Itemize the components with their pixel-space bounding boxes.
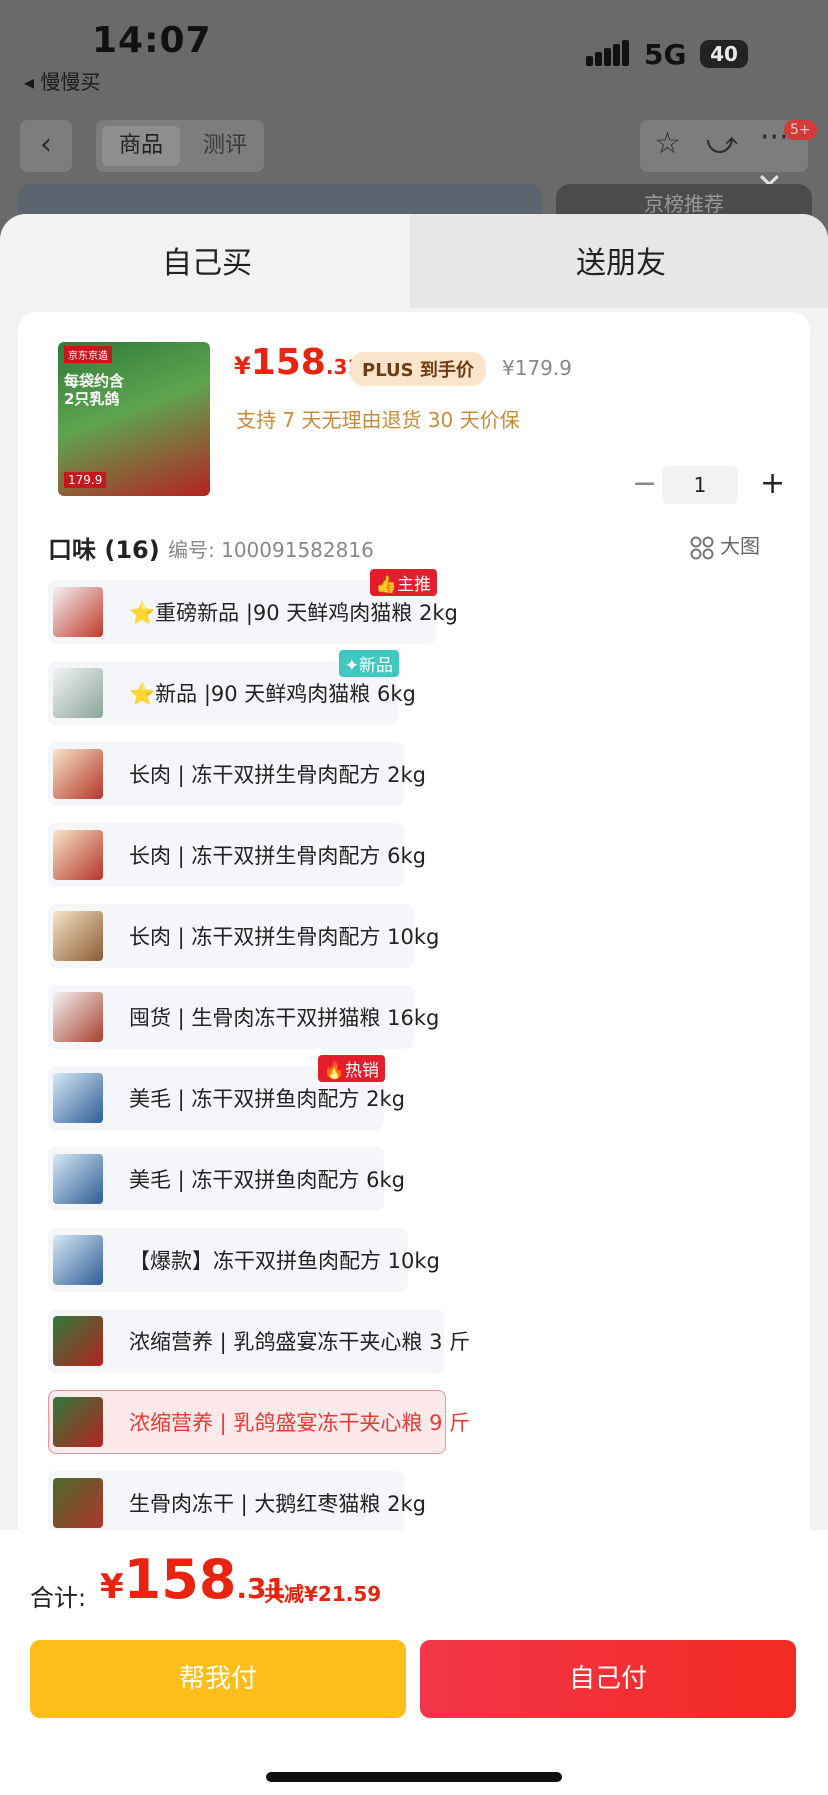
- service-note: 支持 7 天无理由退货 30 天价保: [236, 408, 520, 432]
- back-to-app-link[interactable]: ◂ 慢慢买: [24, 66, 100, 95]
- option-thumbnail: [53, 1316, 103, 1366]
- big-image-toggle[interactable]: 大图: [690, 530, 760, 560]
- option-thumbnail: [53, 1235, 103, 1285]
- total-price: ¥158.31: [100, 1548, 287, 1611]
- sku-number: 编号: 100091582816: [168, 538, 374, 562]
- message-badge: 5+: [784, 120, 817, 140]
- total-label: 合计:: [30, 1584, 87, 1612]
- tab-review[interactable]: 测评: [192, 126, 258, 166]
- option-thumbnail: [53, 668, 103, 718]
- quantity-field[interactable]: 1: [662, 466, 738, 504]
- option-thumbnail: [53, 911, 103, 961]
- battery-icon: 40: [700, 40, 748, 68]
- flavor-option[interactable]: ⭐新品 |90 天鲜鸡肉猫粮 6kg ✦新品: [48, 650, 416, 725]
- tab-send-friend[interactable]: 送朋友: [410, 214, 828, 308]
- back-button[interactable]: ‹: [20, 120, 72, 172]
- page-tabs: 商品 测评: [96, 120, 264, 172]
- flavor-option-selected[interactable]: 浓缩营养 | 乳鸽盛宴冻干夹心粮 9 斤: [48, 1390, 470, 1454]
- option-thumbnail: [53, 1154, 103, 1204]
- flavor-option[interactable]: 【爆款】冻干双拼鱼肉配方 10kg: [48, 1228, 440, 1292]
- option-thumbnail: [53, 1073, 103, 1123]
- big-image-label: 大图: [720, 534, 760, 558]
- increase-button[interactable]: +: [760, 466, 785, 502]
- signal-icon: [586, 40, 630, 66]
- help-pay-button[interactable]: 帮我付: [30, 1640, 406, 1718]
- status-time: 14:07: [92, 20, 212, 61]
- star-icon[interactable]: ☆: [654, 126, 681, 161]
- option-thumbnail: [53, 1397, 103, 1447]
- flavor-option[interactable]: 美毛 | 冻干双拼鱼肉配方 2kg 🔥热销: [48, 1055, 405, 1130]
- flavor-option[interactable]: ⭐重磅新品 |90 天鲜鸡肉猫粮 2kg 👍主推: [48, 569, 458, 644]
- sku-card: 京东京造 每袋约含2只乳鸽 179.9 ¥158.31 PLUS 到手价 ¥17…: [18, 312, 810, 1612]
- flavor-option[interactable]: 美毛 | 冻干双拼鱼肉配方 6kg: [48, 1147, 405, 1211]
- product-thumbnail[interactable]: 京东京造 每袋约含2只乳鸽 179.9: [58, 342, 210, 496]
- option-thumbnail: [53, 1478, 103, 1528]
- purchase-sheet: 送朋友 自己买 京东京造 每袋约含2只乳鸽 179.9 ¥158.31 PLUS…: [0, 214, 828, 1795]
- thumb-brand: 京东京造: [64, 346, 112, 363]
- home-indicator: [266, 1772, 562, 1782]
- network-label: 5G: [644, 38, 687, 71]
- flavor-option[interactable]: 长肉 | 冻干双拼生骨肉配方 2kg: [48, 742, 426, 806]
- tab-buy-self[interactable]: 自己买: [0, 214, 410, 308]
- option-thumbnail: [53, 587, 103, 637]
- grid-icon: [690, 536, 714, 559]
- flavor-heading: 口味 (16): [48, 536, 160, 564]
- status-bar: 14:07 ◂ 慢慢买 5G 40: [0, 0, 828, 110]
- flavor-option[interactable]: 囤货 | 生骨肉冻干双拼猫粮 16kg: [48, 985, 439, 1049]
- current-price: ¥158.31: [234, 342, 362, 383]
- self-pay-button[interactable]: 自己付: [420, 1640, 796, 1718]
- original-price: ¥179.9: [502, 356, 572, 380]
- checkout-footer: 合计: ¥158.31 共减¥21.59 帮我付 自己付: [0, 1530, 828, 1795]
- tag-hot: 🔥热销: [317, 1055, 385, 1082]
- decrease-button[interactable]: −: [632, 466, 657, 502]
- flavor-option[interactable]: 浓缩营养 | 乳鸽盛宴冻干夹心粮 3 斤: [48, 1309, 470, 1373]
- quantity-stepper: − 1 +: [632, 466, 792, 506]
- share-icon[interactable]: ⤻: [706, 126, 738, 161]
- thumb-headline: 每袋约含2只乳鸽: [64, 372, 125, 408]
- thumb-price: 179.9: [64, 472, 107, 488]
- option-thumbnail: [53, 749, 103, 799]
- discount-total: 共减¥21.59: [264, 1582, 382, 1606]
- flavor-option[interactable]: 生骨肉冻干 | 大鹅红枣猫粮 2kg: [48, 1471, 426, 1535]
- flavor-option[interactable]: 长肉 | 冻干双拼生骨肉配方 6kg: [48, 823, 426, 887]
- tab-buy-self-label: 自己买: [162, 246, 252, 281]
- flavor-option[interactable]: 长肉 | 冻干双拼生骨肉配方 10kg: [48, 904, 439, 968]
- tab-product[interactable]: 商品: [102, 126, 180, 166]
- tab-send-friend-label: 送朋友: [576, 246, 666, 281]
- option-thumbnail: [53, 830, 103, 880]
- tag-main: 👍主推: [369, 569, 437, 596]
- header-tools: ☆ ⤻ ···: [640, 120, 808, 172]
- option-thumbnail: [53, 992, 103, 1042]
- tag-new: ✦新品: [338, 650, 399, 677]
- plus-price-badge: PLUS 到手价: [350, 352, 486, 386]
